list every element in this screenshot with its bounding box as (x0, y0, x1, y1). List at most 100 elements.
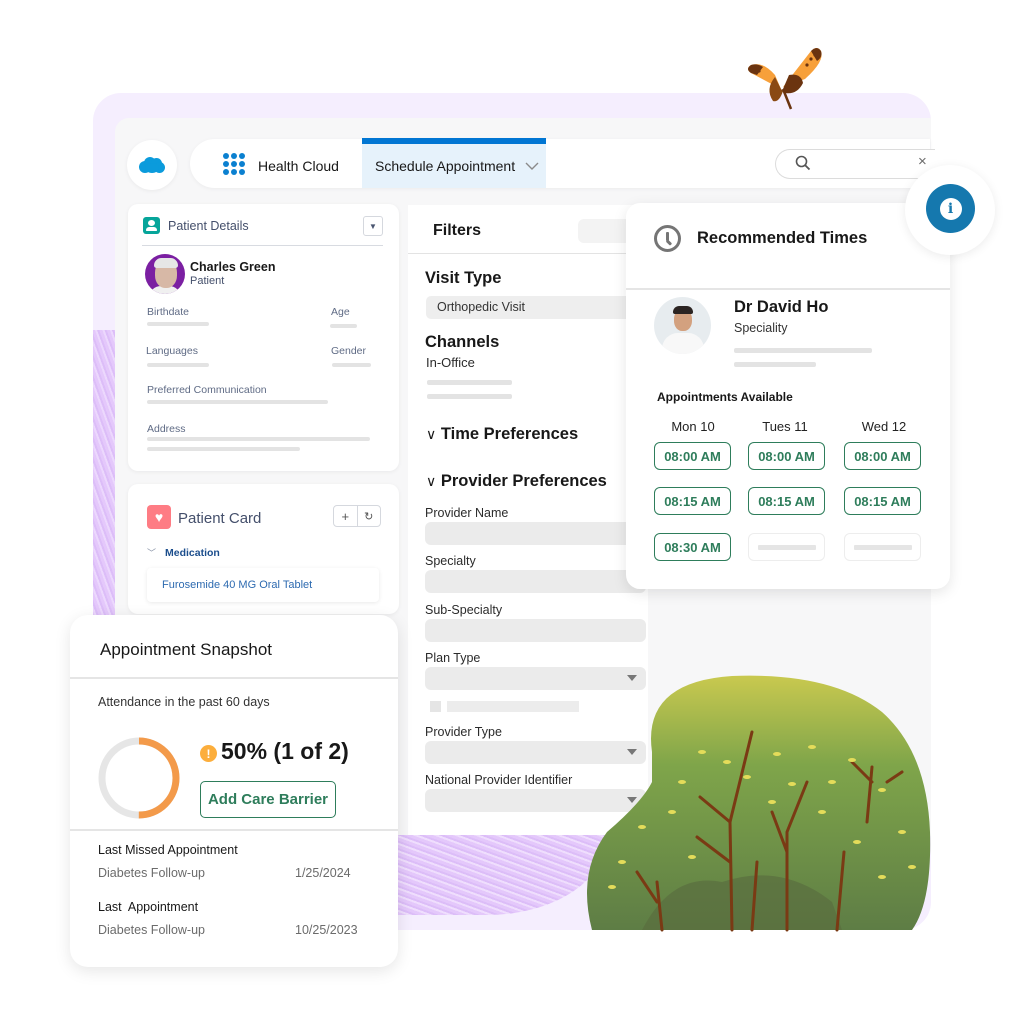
placeholder-value (734, 362, 816, 367)
warning-icon: ! (200, 745, 217, 762)
last-missed-date: 1/25/2024 (295, 866, 351, 880)
divider (408, 253, 630, 254)
snapshot-title: Appointment Snapshot (100, 640, 273, 659)
provider-name-label: Provider Name (425, 506, 509, 520)
medication-section-label[interactable]: Medication (165, 547, 220, 559)
time-slot-button[interactable]: 08:00 AM (844, 442, 921, 470)
last-missed-label: Last Missed Appointment (98, 843, 238, 857)
provider-preferences-label: Provider Preferences (440, 472, 607, 490)
divider (626, 288, 950, 290)
divider (142, 245, 383, 246)
refresh-icon[interactable]: ↻ (356, 506, 381, 526)
provider-specialty: Speciality (734, 321, 788, 335)
caret-down-icon: ▼ (369, 221, 377, 231)
day-header: Mon 10 (671, 419, 715, 434)
add-care-barrier-button[interactable]: Add Care Barrier (200, 781, 336, 818)
day-header: Wed 12 (861, 419, 907, 434)
time-slot-button[interactable]: 08:15 AM (654, 487, 731, 515)
visit-type-select[interactable]: Orthopedic Visit (426, 296, 641, 319)
search-icon (795, 155, 811, 171)
divider (70, 829, 398, 831)
medication-item[interactable]: Furosemide 40 MG Oral Tablet (147, 568, 379, 602)
clock-icon (654, 225, 681, 252)
patient-name: Charles Green (190, 260, 276, 274)
placeholder-value (332, 363, 371, 367)
salesforce-cloud-icon (139, 157, 165, 173)
tree-illustration (587, 675, 931, 932)
patient-card-title: Patient Card (178, 510, 262, 527)
placeholder-value (427, 380, 512, 385)
salesforce-logo-button[interactable] (127, 140, 177, 190)
field-label-gender: Gender (331, 345, 367, 357)
tab-label: Schedule Appointment (375, 158, 516, 174)
sub-specialty-input[interactable] (425, 619, 646, 642)
placeholder-value (147, 322, 209, 326)
placeholder-value (427, 394, 512, 399)
crayon-texture-left (93, 330, 117, 620)
butterfly-illustration (748, 48, 822, 110)
chevron-down-icon[interactable]: ﹀ (147, 546, 156, 559)
placeholder-value (147, 437, 370, 441)
field-label-languages: Languages (146, 345, 198, 357)
checkbox[interactable] (430, 701, 441, 712)
chevron-down-icon: ∨ (426, 473, 437, 489)
channels-heading: Channels (425, 333, 500, 351)
sub-specialty-label: Sub-Specialty (425, 603, 503, 617)
plan-type-label: Plan Type (425, 651, 481, 665)
specialty-input[interactable] (425, 570, 646, 593)
time-slot-placeholder (748, 533, 825, 561)
field-label-preferred-communication: Preferred Communication (147, 384, 267, 396)
time-slot-placeholder (844, 533, 921, 561)
specialty-label: Specialty (425, 554, 476, 568)
placeholder-value (147, 447, 300, 451)
last-missed-type: Diabetes Follow-up (98, 866, 205, 880)
placeholder-value (447, 701, 579, 712)
info-button[interactable]: i (926, 184, 975, 233)
divider (70, 677, 398, 679)
time-preferences-toggle[interactable]: ∨ Time Preferences (426, 425, 578, 444)
recommended-times-title: Recommended Times (697, 229, 868, 247)
app-name: Health Cloud (258, 158, 339, 174)
visit-type-heading: Visit Type (425, 269, 502, 287)
placeholder-value (147, 400, 328, 404)
time-slot-button[interactable]: 08:30 AM (654, 533, 731, 561)
last-appointment-label: Last Appointment (98, 900, 199, 914)
app-launcher-grid-icon[interactable] (223, 153, 245, 175)
last-appointment-type: Diabetes Follow-up (98, 923, 205, 937)
npi-label: National Provider Identifier (425, 773, 573, 787)
provider-preferences-toggle[interactable]: ∨ Provider Preferences (426, 472, 607, 491)
field-label-birthdate: Birthdate (147, 306, 190, 318)
attendance-donut-chart (98, 737, 180, 819)
placeholder-value (330, 324, 357, 328)
chevron-down-icon: ∨ (426, 426, 437, 442)
person-icon (143, 217, 160, 234)
last-appointment-date: 10/25/2023 (295, 923, 358, 937)
provider-name: Dr David Ho (734, 298, 829, 316)
time-slot-button[interactable]: 08:00 AM (748, 442, 825, 470)
attendance-percent: 50% (1 of 2) (221, 738, 349, 764)
time-slot-button[interactable]: 08:15 AM (844, 487, 921, 515)
chevron-down-icon[interactable] (525, 162, 539, 170)
info-icon: i (939, 197, 962, 220)
time-preferences-label: Time Preferences (440, 425, 579, 443)
provider-avatar (654, 297, 711, 354)
add-icon[interactable]: + (334, 506, 357, 526)
patient-avatar (145, 254, 185, 294)
placeholder-bar (853, 544, 912, 550)
time-slot-button[interactable]: 08:15 AM (748, 487, 825, 515)
patient-details-menu-button[interactable]: ▼ (363, 216, 383, 236)
tab-schedule-appointment[interactable]: Schedule Appointment (362, 138, 546, 188)
filters-title: Filters (433, 222, 482, 239)
day-header: Tues 11 (762, 419, 808, 434)
heart-icon: ♥ (147, 505, 171, 529)
time-slot-button[interactable]: 08:00 AM (654, 442, 731, 470)
placeholder-bar (757, 544, 816, 550)
channels-value: In-Office (426, 355, 475, 370)
field-label-address: Address (147, 423, 186, 435)
placeholder-value (147, 363, 209, 367)
patient-card-actions: + ↻ (333, 505, 381, 527)
patient-role: Patient (190, 275, 225, 287)
placeholder-value (734, 348, 872, 353)
clear-search-icon[interactable]: × (918, 153, 927, 170)
provider-name-input[interactable] (425, 522, 646, 545)
